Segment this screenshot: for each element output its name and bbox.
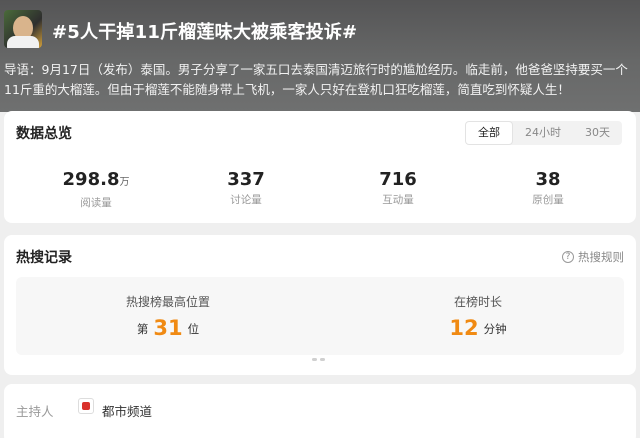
time-on-list: 在榜时长 12 分钟 [368,293,588,340]
overview-card: 数据总览 全部 24小时 30天 298.8万 阅读量 337 讨论量 716 … [4,111,636,223]
peak-rank-label: 热搜榜最高位置 [125,295,210,309]
peak-rank-number: 31 [153,316,183,340]
stat-interactions-value: 716 [379,169,417,190]
carousel-dots[interactable] [312,358,328,361]
tab-all[interactable]: 全部 [465,121,513,145]
carousel-dot [320,358,325,361]
stat-interactions-label: 互动量 [382,194,414,206]
peak-rank: 热搜榜最高位置 第 31 位 [58,293,278,340]
time-on-list-label: 在榜时长 [453,295,502,309]
avatar-shirt [7,36,39,48]
host-name-link[interactable]: 都市频道 [102,401,152,420]
overview-title: 数据总览 [16,126,72,142]
stat-reads-label: 阅读量 [80,197,112,209]
hot-search-rules-label: 热搜规则 [578,250,624,264]
stat-originals-label: 原创量 [532,194,564,206]
question-circle-icon: ? [562,251,574,263]
stat-originals-value: 38 [535,169,561,190]
topic-header: #5人干掉11斤榴莲味大被乘客投诉# 导语：9月17日（发布）泰国。男子分享了一… [0,0,640,112]
channel-logo-icon [78,398,94,414]
stat-reads-unit: 万 [119,177,130,188]
tab-30d[interactable]: 30天 [573,121,622,145]
peak-rank-value: 第 31 位 [136,316,200,340]
stat-discussions-label: 讨论量 [230,194,262,206]
host-card: 主持人 都市频道 [4,384,636,438]
stat-discussions-value: 337 [227,169,265,190]
stats-row: 298.8万 阅读量 337 讨论量 716 互动量 38 原创量 [4,169,636,213]
topic-avatar[interactable] [4,10,42,48]
hot-search-title: 热搜记录 [16,250,72,266]
stat-originals: 38 原创量 [478,169,618,207]
hot-search-rules-link[interactable]: ? 热搜规则 [562,249,624,265]
time-on-list-value: 12 分钟 [449,316,507,340]
stat-interactions: 716 互动量 [328,169,468,207]
hot-search-panel: 热搜榜最高位置 第 31 位 在榜时长 12 分钟 [16,277,624,355]
carousel-dot [312,358,317,361]
host-label: 主持人 [16,404,54,419]
topic-title: #5人干掉11斤榴莲味大被乘客投诉# [52,22,358,43]
time-on-list-number: 12 [449,316,479,340]
stat-reads-value: 298.8万 [62,169,130,190]
tab-24h[interactable]: 24小时 [513,121,573,145]
hot-search-card: 热搜记录 ? 热搜规则 热搜榜最高位置 第 31 位 在榜时长 12 分钟 [4,235,636,375]
time-range-tabs: 全部 24小时 30天 [465,121,622,145]
stat-reads: 298.8万 阅读量 [26,169,166,210]
stat-discussions: 337 讨论量 [176,169,316,207]
topic-intro: 导语：9月17日（发布）泰国。男子分享了一家五口去泰国清迈旅行时的尴尬经历。临走… [4,62,628,97]
